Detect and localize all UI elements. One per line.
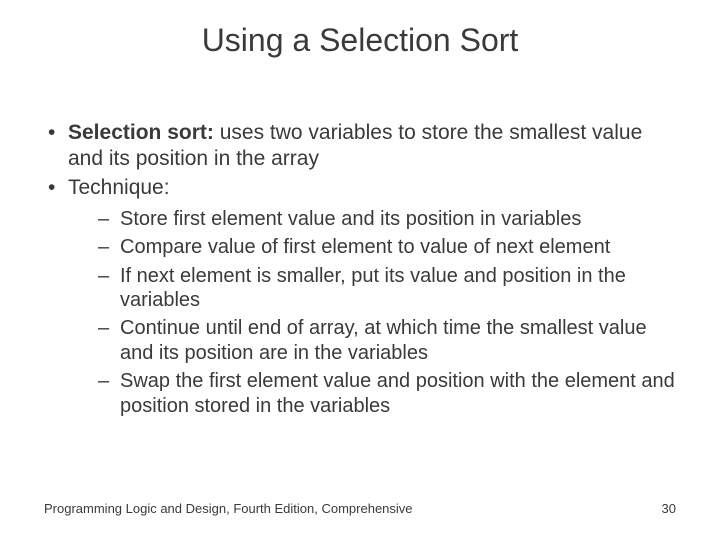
slide: Using a Selection Sort Selection sort: u… bbox=[0, 0, 720, 540]
sub-item: Store first element value and its positi… bbox=[98, 207, 676, 231]
slide-body: Selection sort: uses two variables to st… bbox=[44, 120, 676, 422]
sub-item: Continue until end of array, at which ti… bbox=[98, 316, 676, 365]
page-number: 30 bbox=[662, 501, 676, 516]
bullet-text: Technique: bbox=[68, 176, 170, 199]
sub-item: Swap the first element value and positio… bbox=[98, 369, 676, 418]
footer-text: Programming Logic and Design, Fourth Edi… bbox=[44, 501, 413, 516]
bullet-item: Selection sort: uses two variables to st… bbox=[44, 120, 676, 171]
bullet-list: Selection sort: uses two variables to st… bbox=[44, 120, 676, 418]
bullet-item: Technique: Store first element value and… bbox=[44, 175, 676, 418]
sub-item: Compare value of first element to value … bbox=[98, 235, 676, 259]
sub-item: If next element is smaller, put its valu… bbox=[98, 264, 676, 313]
sub-list: Store first element value and its positi… bbox=[68, 207, 676, 418]
bullet-bold: Selection sort: bbox=[68, 121, 214, 144]
slide-title: Using a Selection Sort bbox=[0, 22, 720, 59]
